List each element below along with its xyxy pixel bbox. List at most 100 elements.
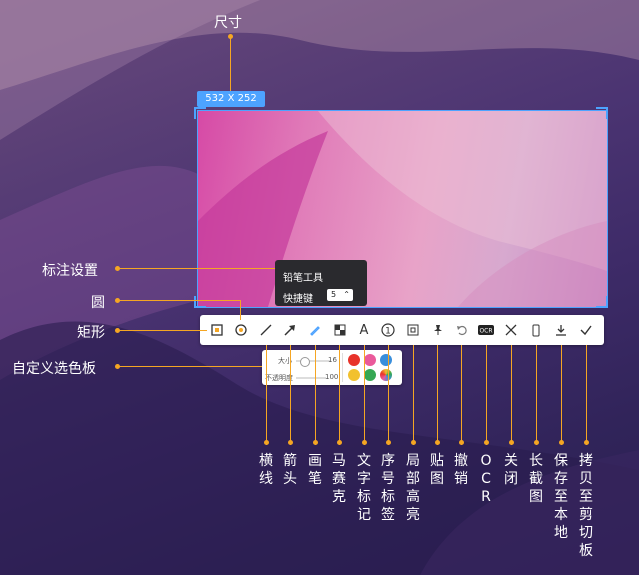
callout-line-tool-9 [486,345,487,445]
callout-line-custom-palette [117,366,262,367]
circle-icon [235,324,247,336]
callout-dot-tool-4 [362,440,367,445]
callout-line-tool-4 [364,345,365,445]
text-icon: A [359,322,369,338]
callout-line-circle-down [240,300,241,320]
swatch-green[interactable] [364,369,376,381]
callout-dot-tool-3 [337,440,342,445]
svg-text:1: 1 [385,327,391,337]
callout-line-circle [117,300,241,301]
callout-line-tool-8 [461,345,462,445]
tool-label-0: 横线 [259,453,273,487]
resize-handle-bottom-right[interactable] [596,296,608,308]
tool-label-3: 马赛克 [332,453,346,505]
arrow-tool-button[interactable] [280,320,300,340]
annotation-toolbar: A 1 OCR [200,315,604,345]
swatch-red[interactable] [348,354,360,366]
copy-clipboard-button[interactable] [576,320,596,340]
callout-line-annotation-settings [117,268,275,269]
check-icon [580,325,592,336]
callout-dot-tool-9 [484,440,489,445]
resize-handle-top-right[interactable] [596,107,608,119]
ocr-icon: OCR [478,325,494,335]
undo-button[interactable] [452,320,472,340]
download-icon [556,325,566,336]
pin-tool-button[interactable] [428,320,448,340]
capture-region[interactable] [197,110,608,308]
size-callout-line [230,36,231,91]
text-tool-button[interactable]: A [354,320,374,340]
number-icon: 1 [381,323,395,337]
callout-dot-tool-1 [288,440,293,445]
callout-line-tool-3 [339,345,340,445]
tool-label-12: 保存至本地 [554,453,568,541]
long-screenshot-button[interactable] [526,320,546,340]
shortcut-label: 快捷键 [283,294,313,305]
tool-label-9: OCR [480,453,492,505]
callout-dot-tool-6 [411,440,416,445]
resize-handle-top-left[interactable] [194,107,206,119]
circle-tool-button[interactable] [231,320,251,340]
tool-label-6: 局部高亮 [406,453,420,523]
opacity-label: 不透明度 [265,374,293,382]
label-custom-palette: 自定义选色板 [12,361,96,377]
label-circle: 圆 [91,295,105,311]
callout-dot-tool-11 [534,440,539,445]
shortcut-value: 5 [331,290,337,299]
size-slider-thumb[interactable] [300,357,310,367]
callout-line-tool-5 [388,345,389,445]
chevron-icon: ⌃ [343,290,350,299]
callout-dot-tool-7 [435,440,440,445]
opacity-value: 100 [325,373,339,381]
callout-line-tool-13 [586,345,587,445]
callout-line-tool-1 [290,345,291,445]
rectangle-tool-button[interactable] [207,320,227,340]
tool-label-13: 拷贝至剪切板 [579,453,593,559]
highlight-icon [407,324,419,336]
tool-label-4: 文字标记 [357,453,371,523]
mosaic-tool-button[interactable] [330,320,350,340]
callout-dot-tool-0 [264,440,269,445]
callout-line-tool-0 [266,345,267,445]
svg-text:OCR: OCR [479,328,492,335]
shortcut-select[interactable]: 5 ⌃ [327,289,353,301]
callout-line-tool-11 [536,345,537,445]
save-local-button[interactable] [551,320,571,340]
pencil-tool-button[interactable] [305,320,325,340]
callout-line-tool-10 [511,345,512,445]
label-annotation-settings: 标注设置 [42,263,98,279]
callout-dot-tool-2 [313,440,318,445]
callout-dot-tool-8 [459,440,464,445]
rectangle-icon [211,324,223,336]
resize-handle-bottom-left[interactable] [194,296,206,308]
label-rectangle: 矩形 [77,325,105,341]
pin-icon [434,325,442,335]
number-tool-button[interactable]: 1 [378,320,398,340]
close-icon [505,324,517,336]
swatch-blue[interactable] [380,354,392,366]
callout-dot-tool-13 [584,440,589,445]
tool-label-8: 撤销 [454,453,468,487]
long-screenshot-icon [532,324,540,336]
swatch-pink[interactable] [364,354,376,366]
swatch-custom[interactable] [380,369,392,381]
arrow-icon [284,325,295,336]
highlight-tool-button[interactable] [403,320,423,340]
close-button[interactable] [501,320,521,340]
callout-dot-tool-12 [559,440,564,445]
tool-label-5: 序号标签 [381,453,395,523]
color-palette-panel: 大小 16 不透明度 100 [262,350,402,385]
swatch-yellow[interactable] [348,369,360,381]
size-badge: 532 X 252 [197,91,265,107]
tool-label-10: 关闭 [504,453,518,487]
tool-label-7: 贴图 [430,453,444,487]
palette-divider [342,353,343,382]
size-value: 16 [328,356,337,364]
line-tool-button[interactable] [256,320,276,340]
tool-label-2: 画笔 [308,453,322,487]
undo-icon [457,325,467,336]
tooltip-title: 铅笔工具 [283,273,323,284]
ocr-button[interactable]: OCR [476,320,496,340]
opacity-slider[interactable] [296,377,326,379]
size-callout-label: 尺寸 [214,15,242,31]
